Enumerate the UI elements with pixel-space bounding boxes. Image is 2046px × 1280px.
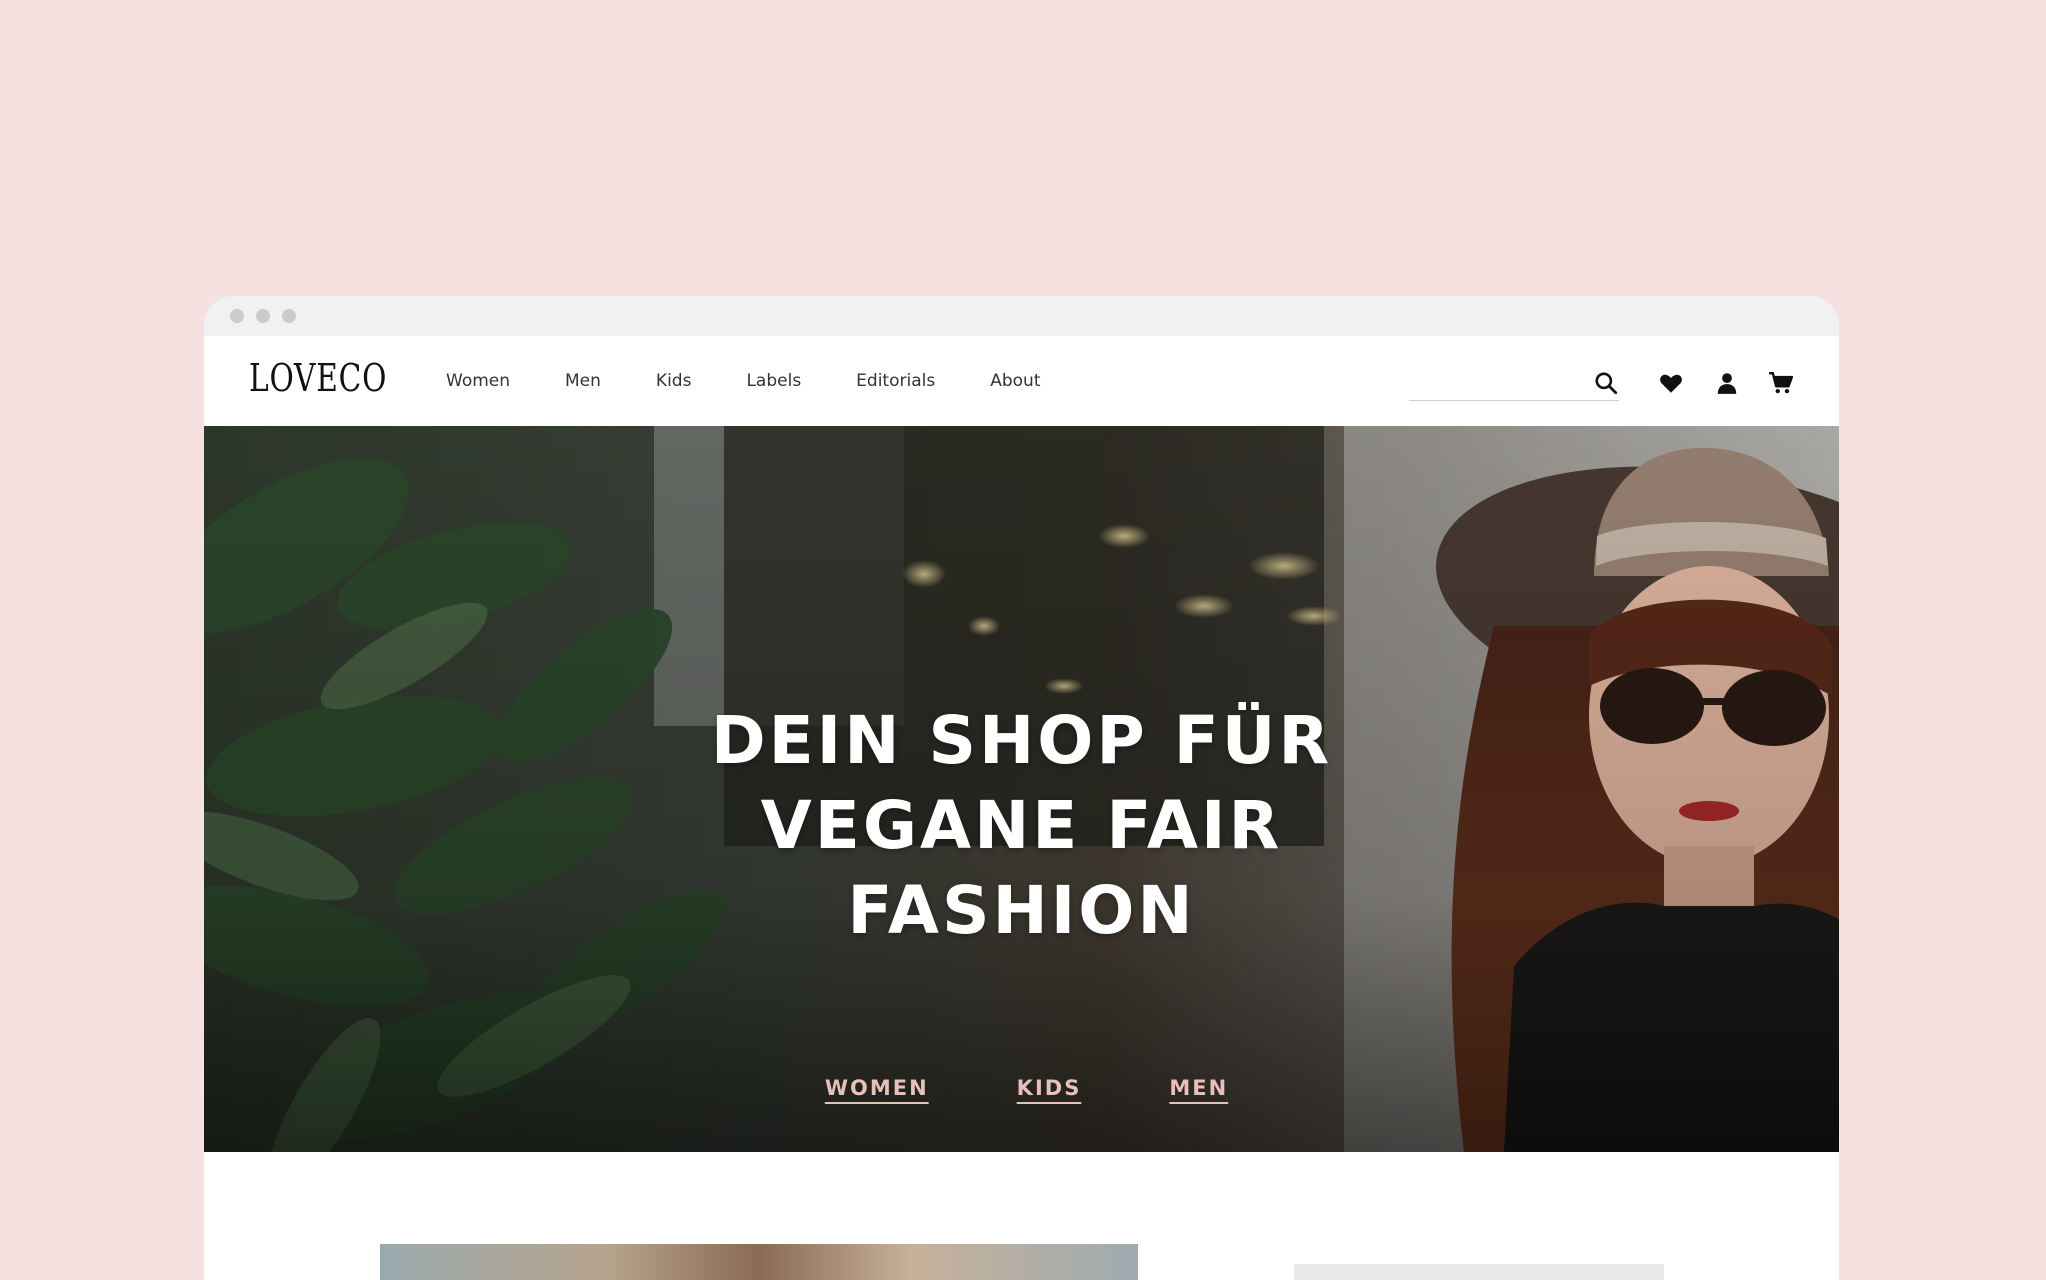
- search-input[interactable]: [1409, 366, 1583, 400]
- nav-item-kids[interactable]: Kids: [656, 371, 692, 391]
- search-bar: [1409, 366, 1619, 401]
- site-header: LOVECO Women Men Kids Labels Editorials …: [204, 336, 1839, 426]
- nav-item-labels[interactable]: Labels: [746, 371, 801, 391]
- hero-title-line-1: DEIN SHOP FÜR: [710, 702, 1333, 780]
- browser-titlebar: [204, 296, 1839, 336]
- nav-item-men[interactable]: Men: [565, 371, 601, 391]
- hero-category-links: WOMEN KIDS MEN: [204, 1076, 1839, 1100]
- minimize-dot[interactable]: [256, 309, 270, 323]
- nav-item-about[interactable]: About: [990, 371, 1040, 391]
- hero-banner: DEIN SHOP FÜR VEGANE FAIR FASHION WOMEN …: [204, 426, 1839, 1152]
- maximize-dot[interactable]: [282, 309, 296, 323]
- nav-item-editorials[interactable]: Editorials: [856, 371, 935, 391]
- main-nav: Women Men Kids Labels Editorials About: [446, 336, 1095, 426]
- hero-link-women[interactable]: WOMEN: [825, 1076, 929, 1100]
- featured-image[interactable]: [380, 1244, 1138, 1280]
- user-icon[interactable]: [1714, 370, 1740, 396]
- close-dot[interactable]: [230, 309, 244, 323]
- heart-icon[interactable]: [1658, 370, 1684, 396]
- hero-title-line-3: FASHION: [847, 872, 1196, 950]
- nav-item-women[interactable]: Women: [446, 371, 510, 391]
- hero-title-line-2: VEGANE FAIR: [760, 787, 1283, 865]
- hero-title: DEIN SHOP FÜR VEGANE FAIR FASHION: [204, 698, 1839, 953]
- content-section: [204, 1152, 1839, 1280]
- search-icon[interactable]: [1593, 370, 1619, 396]
- content-placeholder: [1294, 1264, 1664, 1280]
- hero-link-kids[interactable]: KIDS: [1017, 1076, 1082, 1100]
- cart-icon[interactable]: [1768, 370, 1794, 396]
- site-logo[interactable]: LOVECO: [249, 356, 387, 400]
- hero-link-men[interactable]: MEN: [1169, 1076, 1228, 1100]
- browser-window: LOVECO Women Men Kids Labels Editorials …: [204, 296, 1839, 1280]
